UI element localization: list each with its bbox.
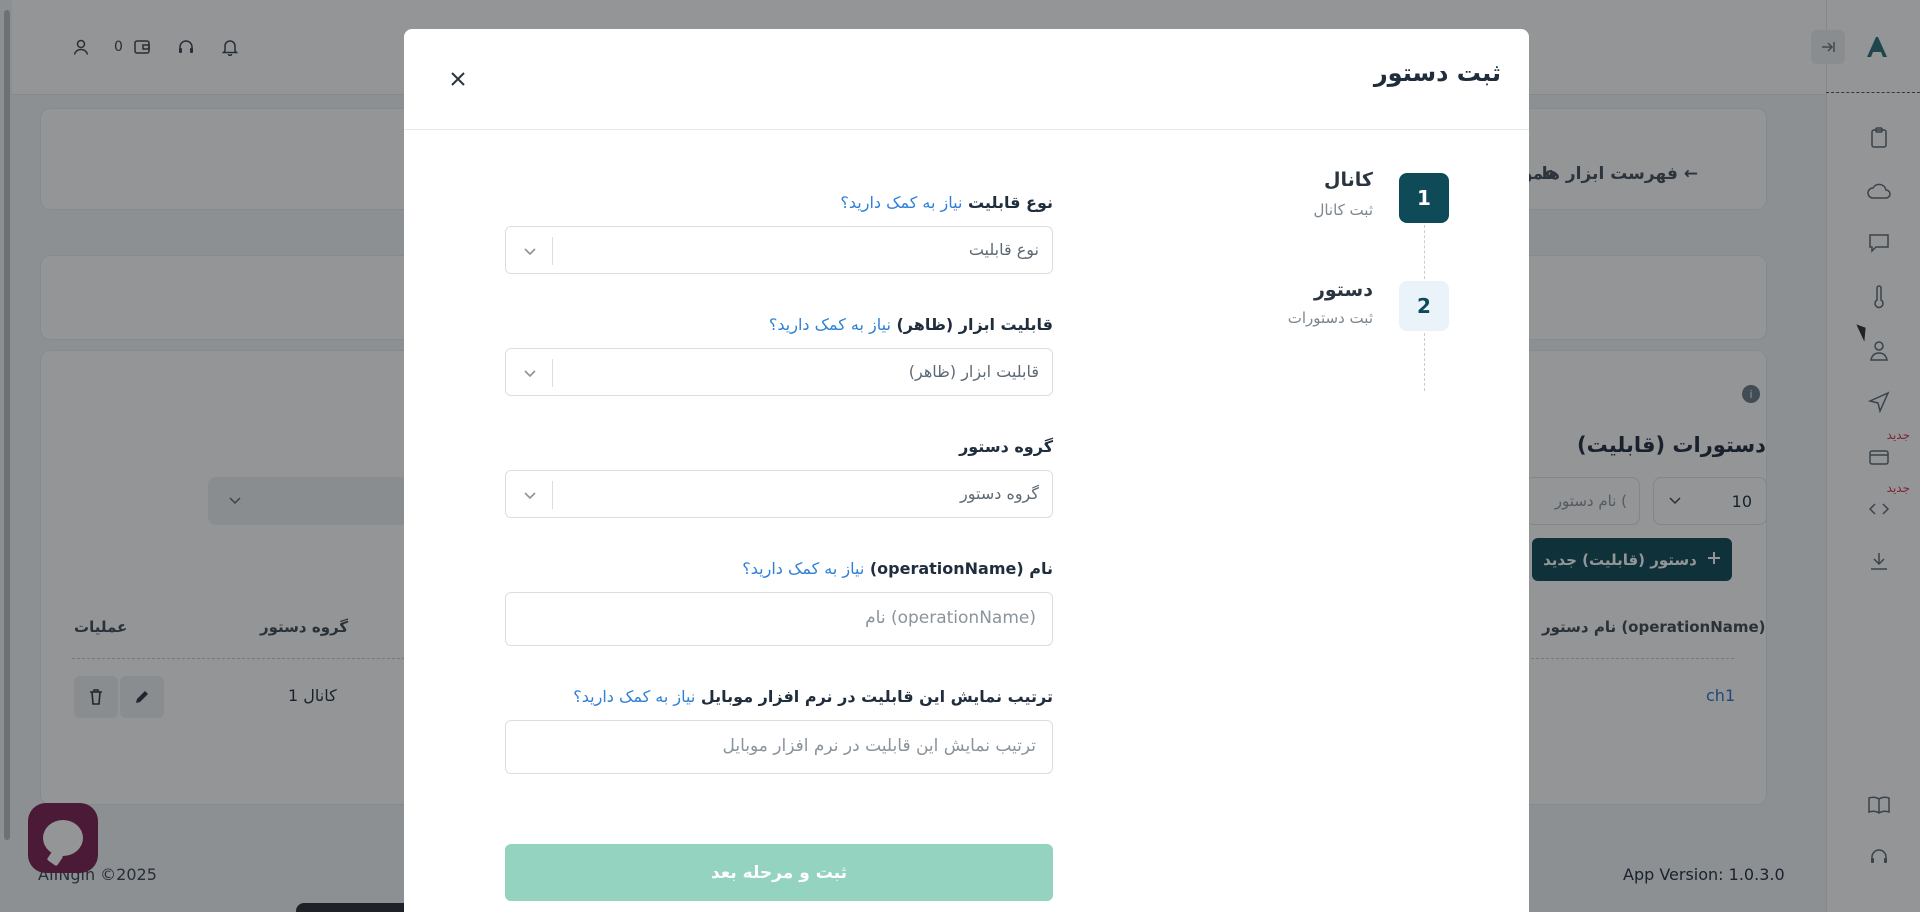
step-1-subtitle: ثبت کانال [1313,201,1373,219]
close-button[interactable] [444,65,472,93]
modal-header: ثبت دستور [404,29,1529,130]
close-icon [451,72,465,86]
step-1-badge[interactable]: 1 [1399,173,1449,223]
display-order-input[interactable]: ترتیب نمایش این قابلیت در نرم افزار موبا… [505,720,1053,774]
step-1-title: کانال [1324,169,1373,191]
command-group-placeholder: گروه دستور [960,484,1039,503]
select-separator [552,359,553,387]
chevron-down-icon [524,248,536,256]
operation-name-placeholder: نام (operationName) [865,608,1036,628]
help-link[interactable]: نیاز به کمک دارید؟ [742,559,864,578]
chevron-down-icon [524,492,536,500]
tool-capability-select[interactable]: قابلیت ابزار (ظاهر) [505,348,1053,396]
select-separator [552,481,553,509]
display-order-label-text: ترتیب نمایش این قابلیت در نرم افزار موبا… [700,687,1053,706]
help-link[interactable]: نیاز به کمک دارید؟ [573,687,695,706]
operation-name-input[interactable]: نام (operationName) [505,592,1053,646]
step-2-badge[interactable]: 2 [1399,281,1449,331]
chevron-down-icon [524,370,536,378]
capability-type-label: نوع قابلیت نیاز به کمک دارید؟ [840,193,1053,212]
step-connector-2 [1424,333,1425,391]
command-group-select[interactable]: گروه دستور [505,470,1053,518]
help-link[interactable]: نیاز به کمک دارید؟ [840,193,962,212]
tool-capability-placeholder: قابلیت ابزار (ظاهر) [908,362,1039,381]
tool-capability-label-text: قابلیت ابزار (ظاهر) [896,315,1053,334]
tool-capability-label: قابلیت ابزار (ظاهر) نیاز به کمک دارید؟ [769,315,1053,334]
command-group-label-text: گروه دستور [959,437,1053,456]
step-2-title: دستور [1313,279,1373,301]
display-order-label: ترتیب نمایش این قابلیت در نرم افزار موبا… [573,687,1053,706]
help-link[interactable]: نیاز به کمک دارید؟ [769,315,891,334]
operation-name-label: نام (operationName) نیاز به کمک دارید؟ [742,559,1053,578]
capability-type-select[interactable]: نوع قابلیت [505,226,1053,274]
capability-type-placeholder: نوع قابلیت [968,240,1039,259]
register-command-modal: ثبت دستور 1 کانال ثبت کانال 2 دستور ثبت … [404,29,1529,912]
operation-name-label-text: نام (operationName) [869,559,1053,578]
step-connector [1424,225,1425,279]
command-group-label: گروه دستور [959,437,1053,456]
submit-next-button[interactable]: ثبت و مرحله بعد [505,844,1053,901]
capability-type-label-text: نوع قابلیت [967,193,1053,212]
display-order-placeholder: ترتیب نمایش این قابلیت در نرم افزار موبا… [722,736,1036,756]
select-separator [552,237,553,265]
step-2-subtitle: ثبت دستورات [1287,309,1373,327]
modal-title: ثبت دستور [1373,59,1501,87]
